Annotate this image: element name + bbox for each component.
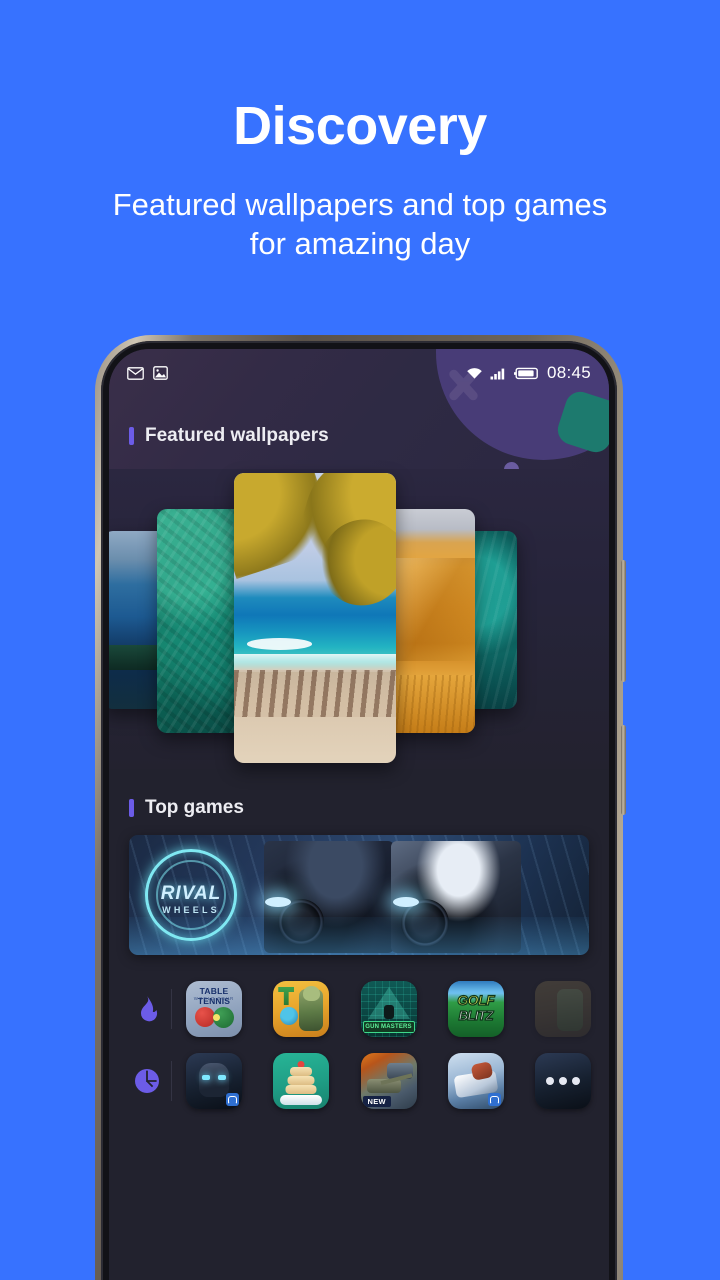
game-tile-cake-stack[interactable]: [273, 1053, 330, 1109]
app-header: 08:45 Featured wallpapers: [109, 349, 609, 469]
wave-detail: [246, 638, 312, 650]
game-tile-mech-warrior[interactable]: [186, 1053, 242, 1109]
promo-header: Discovery Featured wallpapers and top ga…: [0, 0, 720, 264]
game-tile-zombie-more[interactable]: [535, 981, 591, 1037]
top-games-section: Top games RIVAL WHEELS TABLE TENNIS WORL…: [109, 769, 609, 1117]
game-tiles-hot: TABLE TENNIS WORLD TOUR GUN MASTERS GOLF…: [180, 981, 591, 1037]
tile-sublabel: WORLD TOUR: [193, 996, 235, 1001]
cake-layer: [287, 1076, 315, 1085]
game-tile-more-games[interactable]: [535, 1053, 591, 1109]
tile-label-bar: GUN MASTERS: [362, 1021, 415, 1033]
sand-tracks: [234, 670, 396, 717]
mech-eye: [202, 1075, 210, 1080]
status-bar: 08:45: [109, 349, 609, 389]
cake-layer: [285, 1085, 317, 1094]
zombie-head: [303, 986, 321, 1001]
new-badge: NEW: [362, 1096, 391, 1107]
gameloft-badge-icon: [487, 1093, 501, 1106]
game-tile-plants-vs-zombies[interactable]: [273, 981, 330, 1037]
gameloft-badge-icon: [226, 1093, 239, 1106]
headlight-glow: [265, 897, 291, 907]
mech-head: [199, 1063, 229, 1097]
image-icon: [153, 366, 168, 380]
page-title: Discovery: [233, 96, 487, 156]
zombie-figure: [557, 989, 583, 1031]
section-label: Featured wallpapers: [145, 425, 329, 446]
status-bar-left: [127, 366, 168, 380]
game-row-new: NEW: [109, 1045, 609, 1117]
surf-line: [234, 654, 396, 672]
cake-layer: [290, 1067, 313, 1076]
more-dots-icon: [535, 1053, 591, 1109]
banner-game-subtitle: WHEELS: [162, 905, 220, 915]
page-subtitle: Featured wallpapers and top games for am…: [112, 186, 608, 262]
tile-label: GUN MASTERS: [365, 1024, 412, 1030]
status-bar-clock: 08:45: [546, 363, 591, 382]
game-icon-rows: TABLE TENNIS WORLD TOUR GUN MASTERS GOLF…: [109, 955, 609, 1117]
tile-label: GOLF: [457, 991, 496, 1008]
clock-icon[interactable]: [127, 1068, 167, 1094]
tile-sublabel: BLITZ: [458, 1007, 494, 1023]
wallpaper-card-beach-palm-tree[interactable]: [234, 473, 396, 763]
cake-base: [280, 1095, 323, 1105]
game-tile-gun-masters[interactable]: GUN MASTERS: [360, 981, 417, 1037]
plant-figure: [280, 1007, 299, 1025]
battery-icon: [513, 367, 540, 380]
banner-game-title: RIVAL: [160, 883, 222, 904]
decorative-dot: [504, 462, 519, 469]
accent-bar: [129, 427, 134, 445]
featured-game-banner[interactable]: RIVAL WHEELS: [129, 835, 589, 955]
power-button[interactable]: [621, 725, 626, 815]
phone-mockup: 08:45 Featured wallpapers Top games RIVA…: [95, 335, 626, 1280]
tile-sky: [447, 981, 504, 991]
signal-icon: [490, 367, 507, 380]
game-tile-tank-battle[interactable]: NEW: [360, 1053, 417, 1109]
game-tiles-new: NEW: [180, 1053, 591, 1109]
volume-button[interactable]: [621, 560, 626, 682]
promo-screenshot: Discovery Featured wallpapers and top ga…: [0, 0, 720, 1280]
phone-screen: 08:45 Featured wallpapers Top games RIVA…: [109, 349, 609, 1280]
wifi-icon: [466, 367, 483, 380]
mail-icon: [127, 366, 144, 380]
wallpaper-carousel[interactable]: [109, 469, 609, 769]
featured-wallpapers-title: Featured wallpapers: [109, 425, 329, 447]
game-tile-golf-blitz[interactable]: GOLF BLITZ: [447, 981, 504, 1037]
game-tile-table-tennis[interactable]: TABLE TENNIS WORLD TOUR: [186, 981, 242, 1037]
headlight-glow: [393, 897, 419, 907]
row-divider: [171, 1061, 172, 1101]
accent-bar: [129, 799, 134, 817]
game-tile-moto-racing[interactable]: [447, 1053, 504, 1109]
row-divider: [171, 989, 172, 1029]
game-row-hot: TABLE TENNIS WORLD TOUR GUN MASTERS GOLF…: [109, 973, 609, 1045]
top-games-title: Top games: [109, 797, 609, 819]
mech-eye: [218, 1075, 226, 1080]
ping-pong-ball: [213, 1014, 220, 1021]
red-paddle: [195, 1007, 215, 1027]
wallpaper-thumbnail: [234, 473, 396, 763]
flame-icon[interactable]: [127, 995, 167, 1023]
section-label: Top games: [145, 797, 244, 818]
status-bar-right: 08:45: [466, 363, 591, 383]
tile-art: [278, 987, 295, 1005]
gunman-figure: [383, 1005, 394, 1019]
